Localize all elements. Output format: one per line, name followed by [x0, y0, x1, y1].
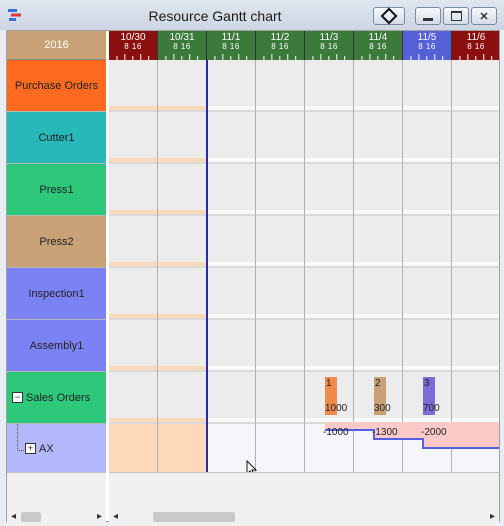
- date-header-0[interactable]: 10/30 8 16: [109, 31, 158, 60]
- scroll-left-icon[interactable]: ◂: [11, 511, 16, 522]
- chart-scrollbar[interactable]: ◂ ▸: [109, 506, 499, 526]
- minimize-icon: [423, 17, 433, 21]
- resource-row-assembly1[interactable]: Assembly1: [7, 320, 106, 372]
- resource-label: AX: [39, 442, 54, 455]
- order-quantity: 300: [374, 403, 391, 414]
- day-gridline: [255, 60, 256, 472]
- date-header-6[interactable]: 11/5 8 16: [403, 31, 452, 60]
- diamond-icon: [380, 7, 398, 25]
- pin-button[interactable]: [373, 7, 405, 25]
- resource-row-press1[interactable]: Press1: [7, 164, 106, 216]
- date-header-4[interactable]: 11/3 8 16: [305, 31, 354, 60]
- hour-labels: 8 16: [467, 42, 485, 51]
- sales-order-bar[interactable]: 3 700: [423, 377, 440, 415]
- empty-footer-left: [7, 472, 106, 507]
- date-header-3[interactable]: 11/2 8 16: [256, 31, 305, 60]
- year-header: 2016: [7, 31, 106, 60]
- resource-label: Assembly1: [29, 339, 84, 352]
- day-gridline: [157, 60, 158, 472]
- resource-row-press2[interactable]: Press2: [7, 216, 106, 268]
- weekend-shade: [109, 158, 207, 162]
- weekend-shade: [109, 210, 207, 214]
- empty-footer-right: [109, 472, 499, 507]
- inventory-label: -2000: [421, 427, 447, 438]
- hour-labels: 8 16: [369, 42, 387, 51]
- maximize-icon: [450, 11, 462, 21]
- expand-icon[interactable]: +: [25, 443, 36, 454]
- date-header-1[interactable]: 10/31 8 16: [158, 31, 207, 60]
- date-header-2[interactable]: 11/1 8 16: [207, 31, 256, 60]
- weekend-shade: [109, 314, 207, 318]
- resource-label: Press1: [39, 183, 74, 196]
- window-title: Resource Gantt chart: [148, 8, 282, 24]
- collapse-icon[interactable]: −: [12, 392, 23, 403]
- day-gridline: [353, 60, 354, 472]
- order-id: 1: [326, 378, 332, 389]
- inventory-label: -1300: [372, 427, 398, 438]
- resource-label: Cutter1: [38, 131, 75, 144]
- date-header-7[interactable]: 11/6 8 16: [452, 31, 499, 60]
- inventory-label: -1000: [323, 427, 349, 438]
- resource-scrollbar[interactable]: ◂ ▸: [7, 506, 106, 526]
- scroll-left-icon[interactable]: ◂: [113, 511, 118, 522]
- resource-row-inspection1[interactable]: Inspection1: [7, 268, 106, 320]
- scroll-right-icon[interactable]: ▸: [97, 511, 102, 522]
- scroll-right-icon[interactable]: ▸: [490, 511, 495, 522]
- order-id: 3: [424, 378, 430, 389]
- hour-labels: 8 16: [173, 42, 191, 51]
- close-button[interactable]: ✕: [471, 7, 497, 25]
- date-header-5[interactable]: 11/4 8 16: [354, 31, 403, 60]
- hour-labels: 8 16: [271, 42, 289, 51]
- hour-labels: 8 16: [124, 42, 142, 51]
- day-gridline: [304, 60, 305, 472]
- sales-order-bar[interactable]: 2 300: [374, 377, 391, 415]
- maximize-button[interactable]: [443, 7, 469, 25]
- resource-label: Inspection1: [28, 287, 85, 300]
- scroll-thumb[interactable]: [153, 512, 235, 522]
- resource-row-ax[interactable]: + AX: [7, 424, 106, 474]
- order-quantity: 700: [423, 403, 440, 414]
- weekend-shade: [109, 366, 207, 370]
- resource-label: Press2: [39, 235, 74, 248]
- resource-row-sales-orders[interactable]: − Sales Orders: [7, 372, 106, 424]
- hour-labels: 8 16: [418, 42, 436, 51]
- resource-row-cutter1[interactable]: Cutter1: [7, 112, 106, 164]
- day-gridline: [451, 60, 452, 472]
- inventory-area: [325, 422, 499, 448]
- order-quantity: 1000: [325, 403, 348, 414]
- close-icon: ✕: [479, 10, 489, 23]
- order-id: 2: [375, 378, 381, 389]
- gantt-chart[interactable]: 10/30 8 16 10/31 8 16 11/1 8 16 11/2 8 16 11/3 8 …: [109, 31, 499, 472]
- hour-labels: 8 16: [320, 42, 338, 51]
- resource-row-purchase-orders[interactable]: Purchase Orders: [7, 60, 106, 112]
- scroll-thumb[interactable]: [21, 512, 41, 522]
- mouse-cursor-icon: [246, 460, 258, 472]
- weekend-shade: [109, 106, 207, 110]
- weekend-shade: [109, 262, 207, 266]
- hour-labels: 8 16: [222, 42, 240, 51]
- day-gridline: [402, 60, 403, 472]
- current-time-line: [206, 60, 208, 472]
- title-bar[interactable]: Resource Gantt chart ✕: [0, 0, 504, 30]
- minimize-button[interactable]: [415, 7, 441, 25]
- resource-label: Purchase Orders: [14, 79, 99, 92]
- resource-label: Sales Orders: [26, 391, 91, 404]
- gantt-window: Resource Gantt chart ✕ 2016 Purchase Ord…: [0, 0, 504, 526]
- sales-order-bar[interactable]: 1 1000: [325, 377, 348, 415]
